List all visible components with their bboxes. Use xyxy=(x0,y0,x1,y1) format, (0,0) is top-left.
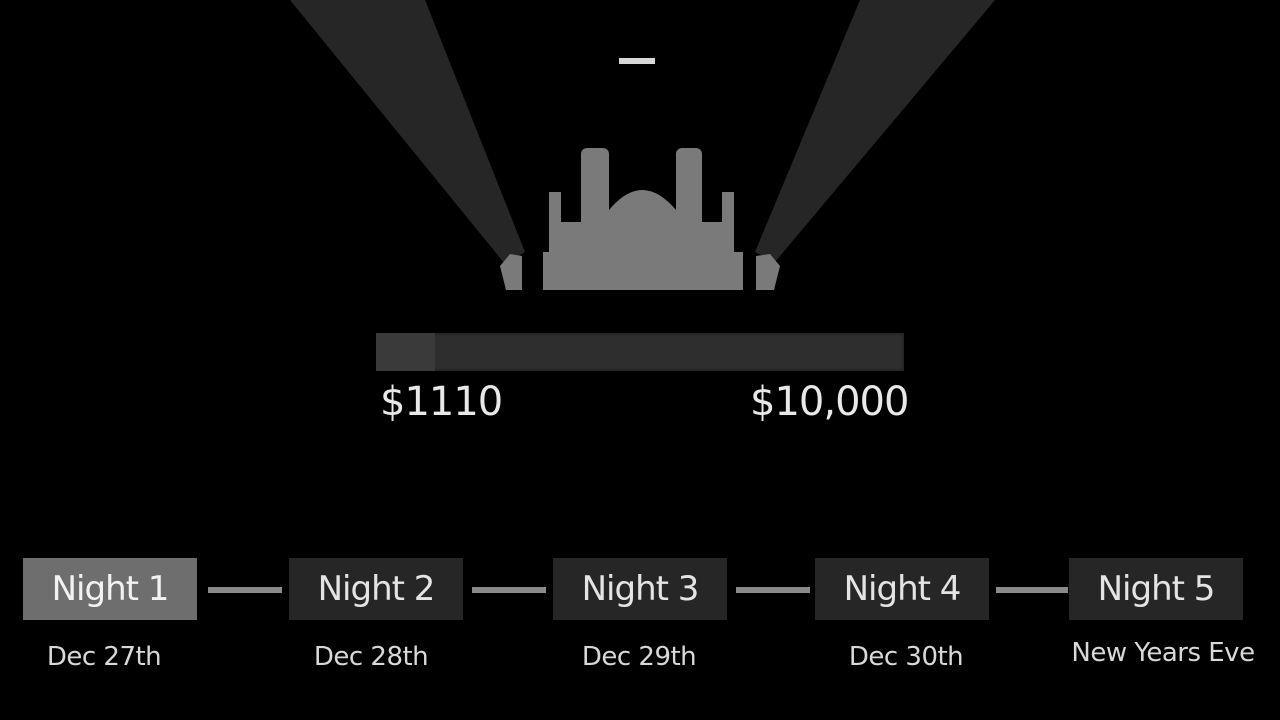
night-1-date: Dec 27th xyxy=(46,642,162,672)
goal-money-label: $10,000 xyxy=(750,379,909,425)
spotlight-left-beam xyxy=(290,0,525,264)
night-1-button[interactable]: Night 1 xyxy=(23,558,197,620)
night-connector xyxy=(472,587,546,593)
night-connector xyxy=(208,587,282,593)
night-3-date: Dec 29th xyxy=(581,642,697,672)
dash-indicator xyxy=(619,58,655,64)
night-2-date: Dec 28th xyxy=(313,642,429,672)
night-4-button[interactable]: Night 4 xyxy=(815,558,989,620)
night-connector xyxy=(736,587,810,593)
spotlight-right-beam xyxy=(755,0,995,262)
money-progress-fill xyxy=(376,333,435,371)
night-4-date: Dec 30th xyxy=(848,642,964,672)
night-5-button[interactable]: Night 5 xyxy=(1069,558,1243,620)
money-progress-bar xyxy=(376,333,904,371)
current-money-label: $1110 xyxy=(380,379,503,425)
night-3-button[interactable]: Night 3 xyxy=(553,558,727,620)
night-connector xyxy=(996,587,1068,593)
night-5-date: New Years Eve xyxy=(1071,638,1255,668)
night-2-button[interactable]: Night 2 xyxy=(289,558,463,620)
building-silhouette xyxy=(543,148,743,290)
